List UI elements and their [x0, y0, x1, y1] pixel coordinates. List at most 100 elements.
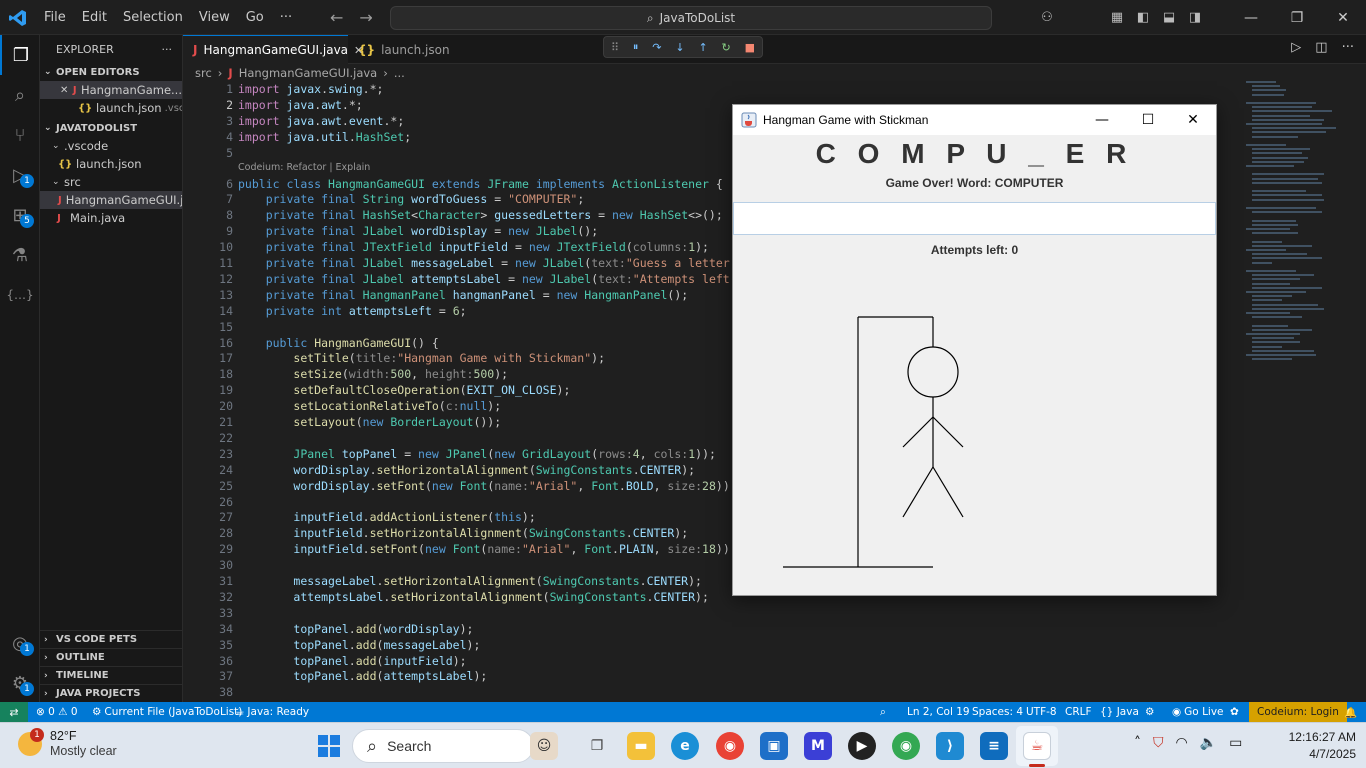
go-live[interactable]: ◉ Go Live: [1172, 702, 1224, 722]
breadcrumb-file[interactable]: HangmanGameGUI.java: [239, 66, 378, 80]
code-line: private int attemptsLeft = 6;: [265, 303, 467, 318]
section-vscode-pets[interactable]: › VS CODE PETS: [40, 630, 182, 648]
manage-badge: 1: [20, 682, 34, 696]
open-editors-section[interactable]: ⌄ OPEN EDITORS: [40, 63, 182, 81]
java-settings-icon[interactable]: ⚙: [1145, 702, 1154, 722]
toggle-sidebar-icon[interactable]: ◧: [1130, 8, 1156, 28]
restore-button[interactable]: ❐: [1274, 0, 1320, 35]
open-editor-launch[interactable]: {} launch.json .vsco...: [40, 99, 182, 117]
file-hangman-java[interactable]: J HangmanGameGUI.j...: [40, 191, 182, 209]
chevron-up-icon[interactable]: ˄: [1134, 735, 1141, 751]
stop-icon[interactable]: ■: [745, 41, 755, 54]
indentation[interactable]: Spaces: 4: [972, 702, 1023, 722]
step-over-icon[interactable]: ↷: [652, 41, 661, 54]
remote-indicator-icon[interactable]: ⇄: [0, 702, 28, 722]
breadcrumb-symbol[interactable]: ...: [394, 66, 405, 80]
close-button[interactable]: ✕: [1320, 0, 1366, 35]
explorer-icon[interactable]: ❐: [0, 35, 40, 75]
app-icon[interactable]: M: [804, 732, 832, 760]
source-control-icon[interactable]: ⑂: [0, 115, 40, 155]
accounts-icon[interactable]: ◎ 1: [0, 623, 40, 663]
explorer-more-actions[interactable]: ···: [162, 43, 173, 56]
folder-src[interactable]: ⌄ src: [40, 173, 182, 191]
media-player-icon[interactable]: ▶: [848, 732, 876, 760]
menu-selection[interactable]: Selection: [115, 10, 191, 25]
command-center-search[interactable]: ⌕ JavaToDoList: [390, 6, 992, 30]
current-file-run-config[interactable]: ⚙ Current File (JavaToDoList): [92, 702, 242, 722]
battery-icon[interactable]: ▭: [1229, 735, 1242, 751]
clock[interactable]: 12:16:27 AM 4/7/2025: [1270, 729, 1356, 763]
wifi-icon[interactable]: ◠: [1176, 735, 1188, 751]
json-icon[interactable]: {…}: [0, 275, 40, 315]
windows-start-icon[interactable]: [317, 734, 341, 758]
menu-view[interactable]: View: [191, 10, 238, 25]
minimap-line: [1252, 160, 1304, 163]
vscode-taskbar-icon[interactable]: ⟩: [936, 732, 964, 760]
notepad-icon[interactable]: ≡: [980, 732, 1008, 760]
toggle-secondary-sidebar-icon[interactable]: ◨: [1182, 8, 1208, 28]
copilot-icon[interactable]: ⚇: [1034, 8, 1060, 28]
cursor-position[interactable]: Ln 2, Col 19: [907, 702, 970, 722]
menu-go[interactable]: Go: [238, 10, 272, 25]
language-mode[interactable]: {} Java: [1100, 702, 1139, 722]
back-arrow-icon[interactable]: ←: [330, 8, 343, 27]
line-ending[interactable]: CRLF: [1065, 702, 1092, 722]
run-debug-icon[interactable]: ▷ 1: [0, 155, 40, 195]
step-into-icon[interactable]: ↓: [675, 41, 684, 54]
java-status-label: Java: Ready: [247, 706, 310, 718]
section-timeline[interactable]: › TIMELINE: [40, 666, 182, 684]
forward-arrow-icon[interactable]: →: [359, 8, 372, 27]
java-status[interactable]: ☕ Java: Ready: [235, 702, 309, 722]
minimap-line: [1252, 135, 1298, 138]
breadcrumb-src[interactable]: src: [195, 66, 212, 80]
testing-icon[interactable]: ⚗: [0, 235, 40, 275]
section-java-projects[interactable]: › JAVA PROJECTS: [40, 684, 182, 702]
zoom-search-icon[interactable]: ⌕: [880, 702, 886, 722]
toggle-panel-icon[interactable]: ⬓: [1156, 8, 1182, 28]
run-icon[interactable]: ▷: [1291, 40, 1301, 55]
copilot-status-icon[interactable]: ✿: [1230, 702, 1239, 722]
menu-file[interactable]: File: [36, 10, 74, 25]
customize-layout-icon[interactable]: ▦: [1104, 8, 1130, 28]
menu-more[interactable]: ···: [272, 10, 300, 25]
store-icon[interactable]: ▣: [760, 732, 788, 760]
file-explorer-icon[interactable]: ▬: [627, 732, 655, 760]
drag-handle-icon[interactable]: ⠿: [611, 41, 619, 54]
manage-gear-icon[interactable]: ⚙ 1: [0, 663, 40, 703]
pause-icon[interactable]: ⏸: [633, 40, 639, 54]
step-out-icon[interactable]: ↑: [698, 41, 707, 54]
minimize-button[interactable]: —: [1228, 0, 1274, 35]
notifications-bell-icon[interactable]: 🔔: [1344, 702, 1357, 722]
split-editor-icon[interactable]: ◫: [1315, 40, 1327, 55]
volume-icon[interactable]: 🔈: [1200, 735, 1217, 751]
encoding[interactable]: UTF-8: [1026, 702, 1057, 722]
tab-launch-json[interactable]: {} launch.json: [348, 35, 458, 64]
project-label: JAVATODOLIST: [56, 122, 138, 134]
close-icon[interactable]: ✕: [60, 85, 68, 96]
search-icon[interactable]: ⌕: [0, 75, 40, 115]
codeium-login[interactable]: Codeium: Login: [1249, 702, 1347, 722]
search-highlight-icon[interactable]: ☺: [530, 732, 558, 760]
codeium-codelens[interactable]: Codeium: Refactor | Explain: [238, 162, 370, 173]
open-editor-hangman[interactable]: ✕ J HangmanGame...: [40, 81, 182, 99]
restart-icon[interactable]: ↻: [722, 41, 731, 54]
edge-icon[interactable]: e: [671, 732, 699, 760]
minimap[interactable]: [1240, 81, 1352, 371]
weather-widget[interactable]: 1 82°F Mostly clear: [18, 728, 117, 759]
java-app-icon[interactable]: ☕: [1023, 732, 1051, 760]
taskbar-search[interactable]: ⌕ Search: [352, 729, 534, 763]
security-shield-icon[interactable]: ⛉: [1153, 735, 1164, 751]
folder-vscode[interactable]: ⌄ .vscode: [40, 137, 182, 155]
problems-indicator[interactable]: ⊗ 0 ⚠ 0: [36, 702, 78, 722]
project-section[interactable]: ⌄ JAVATODOLIST: [40, 119, 182, 137]
menu-edit[interactable]: Edit: [74, 10, 115, 25]
more-actions-icon[interactable]: ···: [1342, 40, 1354, 55]
extensions-icon[interactable]: ⊞ 5: [0, 195, 40, 235]
chrome-icon[interactable]: ◉: [716, 732, 744, 760]
task-view-icon[interactable]: ❐: [583, 732, 611, 760]
section-outline[interactable]: › OUTLINE: [40, 648, 182, 666]
file-main-java[interactable]: J Main.java: [40, 209, 182, 227]
chrome-profile-icon[interactable]: ◉: [892, 732, 920, 760]
file-launch-json[interactable]: {} launch.json: [40, 155, 182, 173]
tab-hangman-java[interactable]: J HangmanGameGUI.java ✕: [183, 35, 363, 64]
